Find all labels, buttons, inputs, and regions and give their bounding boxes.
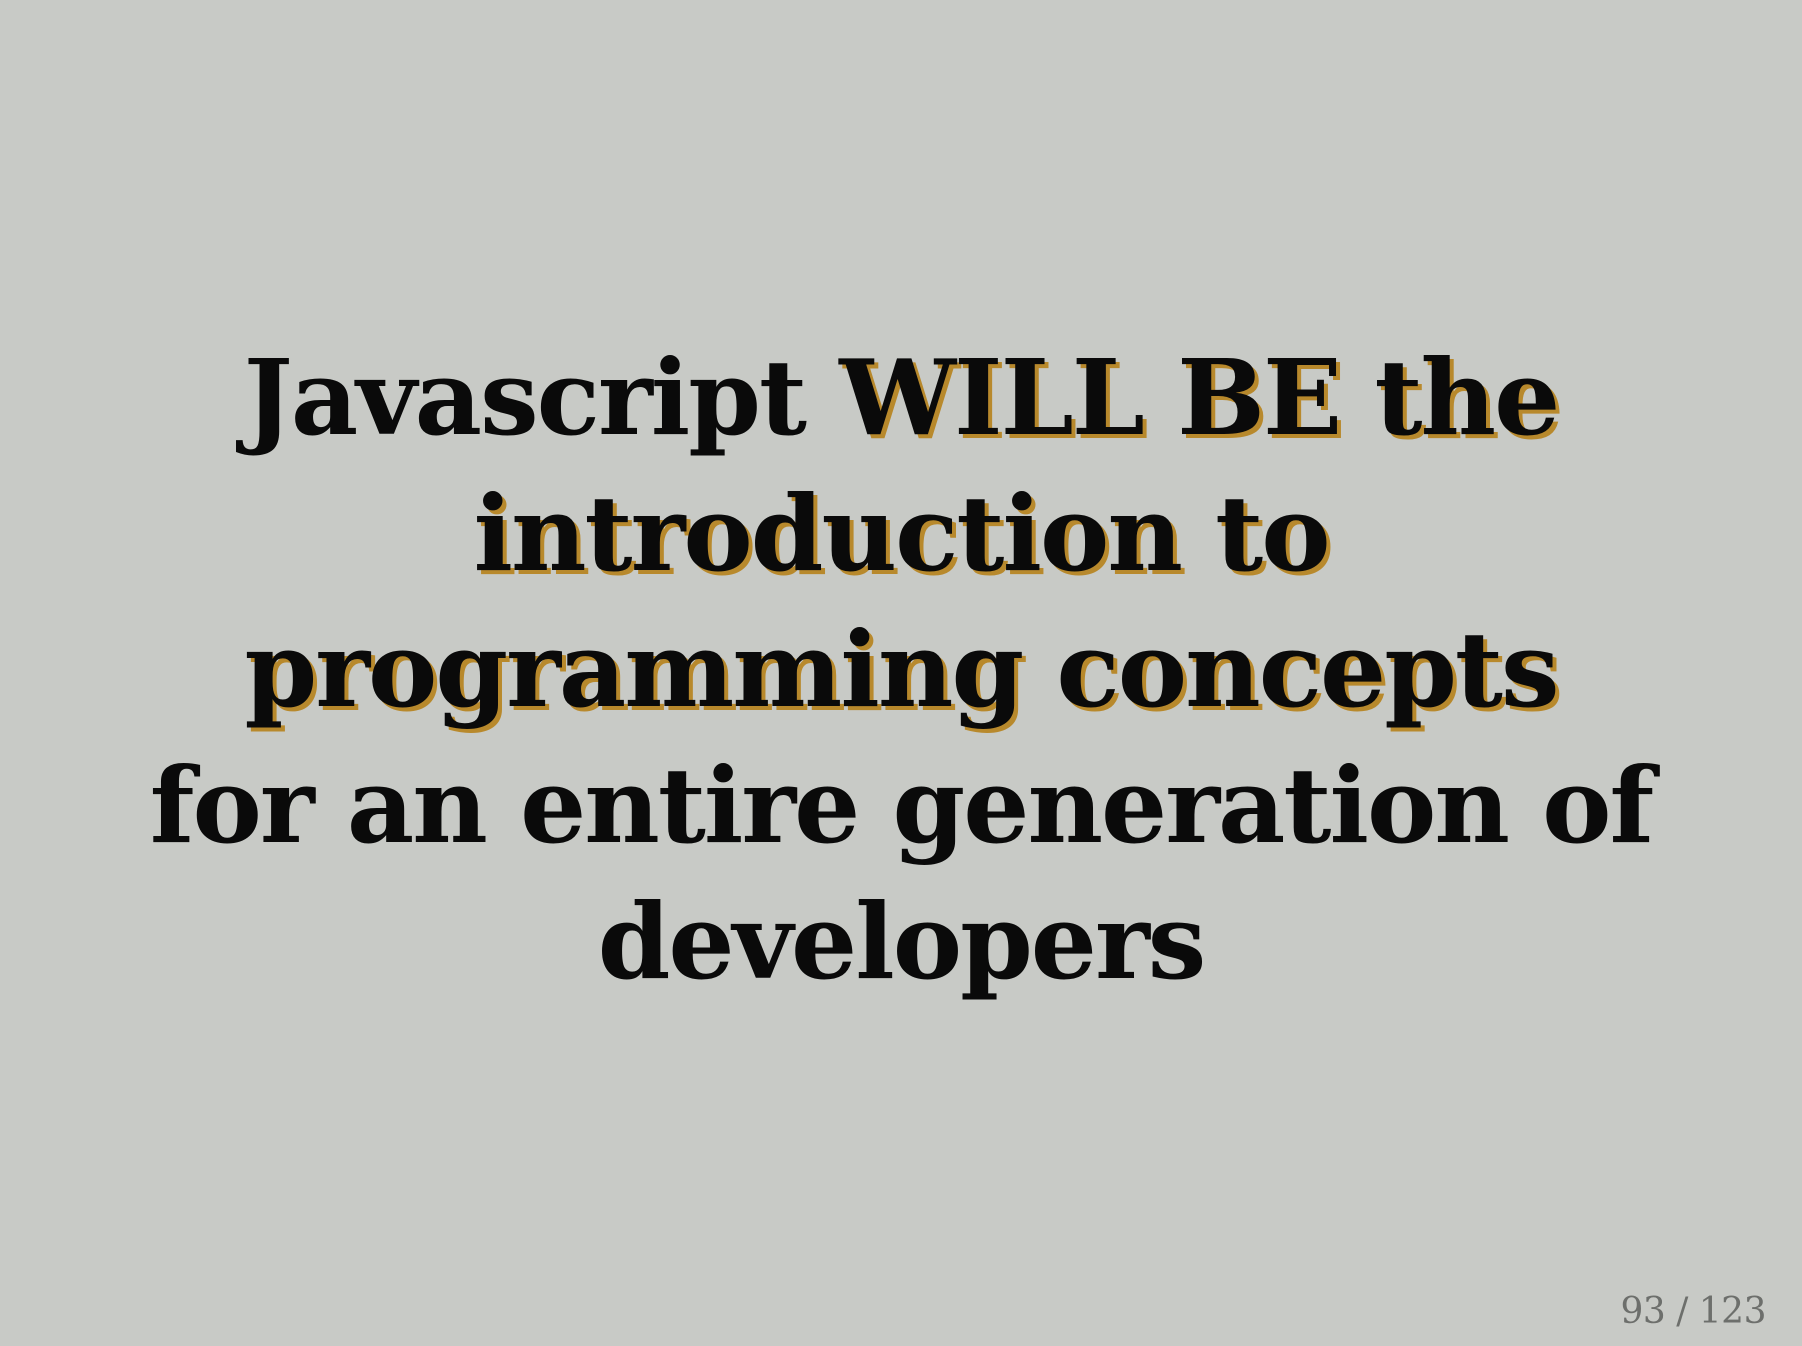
statement-line-1-plain: Javascript [243,336,840,459]
statement-line-2: introduction to [100,466,1702,602]
statement-line-2-highlight: introduction to [473,472,1330,595]
statement-line-1: Javascript WILL BE the [100,330,1702,466]
statement-line-3-highlight: programming concepts [244,608,1559,731]
slide: Javascript WILL BE the introduction to p… [0,0,1802,1346]
slide-counter: 93 / 123 [1620,1291,1766,1332]
statement-line-5-plain: developers [597,880,1207,1003]
statement-line-4-plain: for an entire generation of [149,744,1654,867]
statement-line-1-highlight: WILL BE the [839,336,1560,459]
statement-line-4: for an entire generation of [100,738,1702,874]
statement-line-3: programming concepts [100,602,1702,738]
statement-line-5: developers [100,874,1702,1010]
slide-statement: Javascript WILL BE the introduction to p… [100,330,1702,1010]
